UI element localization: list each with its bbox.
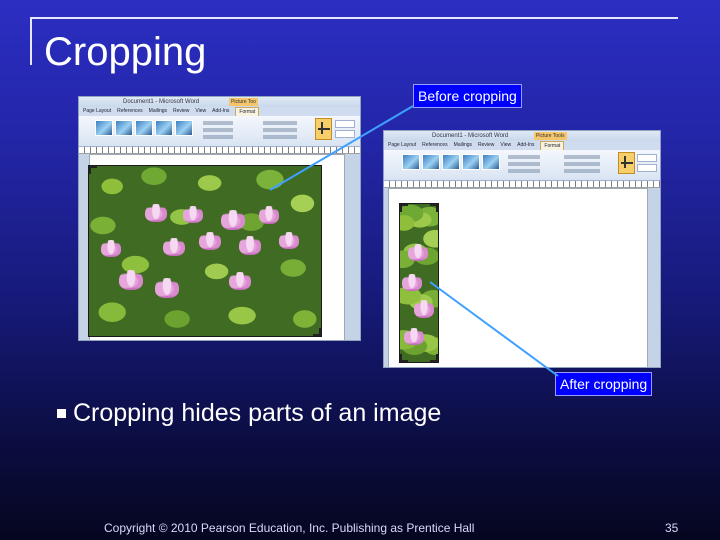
crop-handle[interactable] bbox=[400, 204, 402, 212]
ribbon-panel bbox=[384, 150, 660, 181]
ribbon-item bbox=[263, 135, 297, 139]
flower bbox=[229, 272, 251, 290]
picture-style-thumb[interactable] bbox=[115, 120, 133, 136]
ribbon-tab[interactable]: Page Layout bbox=[83, 107, 111, 116]
flower bbox=[259, 206, 279, 224]
ribbon-tab[interactable]: Review bbox=[478, 141, 494, 150]
width-spinner[interactable] bbox=[637, 164, 657, 172]
crop-handle[interactable] bbox=[400, 354, 402, 362]
slide-title: Cropping bbox=[44, 30, 207, 74]
picture-tools-tag: Picture Too bbox=[229, 98, 258, 106]
width-spinner[interactable] bbox=[335, 130, 355, 138]
footer-copyright: Copyright © 2010 Pearson Education, Inc.… bbox=[104, 521, 475, 535]
ribbon-tab-format[interactable]: Format bbox=[235, 107, 260, 116]
ribbon-tab[interactable]: View bbox=[500, 141, 511, 150]
height-spinner[interactable] bbox=[637, 154, 657, 162]
ribbon-item bbox=[263, 121, 297, 125]
picture-style-thumb[interactable] bbox=[135, 120, 153, 136]
cropped-water-lily-photo[interactable] bbox=[399, 203, 439, 363]
flower bbox=[101, 240, 121, 257]
flower bbox=[402, 274, 422, 291]
document-area bbox=[79, 154, 360, 340]
crop-button[interactable] bbox=[315, 118, 332, 140]
ribbon-item bbox=[508, 169, 540, 173]
ribbon-tab-format[interactable]: Format bbox=[540, 141, 565, 150]
height-spinner[interactable] bbox=[335, 120, 355, 128]
picture-tools-tag: Picture Tools bbox=[534, 132, 567, 140]
word-screenshot-before: Document1 - Microsoft Word Picture Too P… bbox=[78, 96, 361, 341]
flower bbox=[279, 232, 299, 249]
frame-line-left bbox=[30, 17, 32, 65]
window-title: Document1 - Microsoft Word bbox=[432, 133, 509, 139]
ribbon-panel bbox=[79, 116, 360, 147]
water-lily-photo[interactable] bbox=[88, 165, 322, 337]
crop-handle[interactable] bbox=[319, 328, 321, 336]
picture-style-thumb[interactable] bbox=[155, 120, 173, 136]
crop-handle[interactable] bbox=[436, 204, 438, 212]
ribbon-item bbox=[508, 162, 540, 166]
picture-style-thumb[interactable] bbox=[462, 154, 480, 170]
picture-style-thumb[interactable] bbox=[422, 154, 440, 170]
bullet-text: Cropping hides parts of an image bbox=[73, 399, 442, 427]
ribbon-tab[interactable]: Page Layout bbox=[388, 141, 416, 150]
horizontal-ruler bbox=[79, 147, 360, 154]
flower bbox=[199, 232, 221, 250]
ribbon-item bbox=[564, 169, 600, 173]
flower bbox=[145, 204, 167, 222]
window-title: Document1 - Microsoft Word bbox=[123, 99, 200, 105]
picture-style-thumb[interactable] bbox=[175, 120, 193, 136]
flower bbox=[404, 328, 424, 345]
ribbon-item bbox=[564, 162, 600, 166]
ribbon-tab[interactable]: Review bbox=[173, 107, 189, 116]
crop-handle[interactable] bbox=[436, 354, 438, 362]
bullet-marker bbox=[57, 409, 66, 418]
ribbon-item bbox=[203, 121, 233, 125]
ribbon-item bbox=[263, 128, 297, 132]
callout-after-cropping: After cropping bbox=[555, 372, 653, 396]
slide-number: 35 bbox=[665, 521, 679, 535]
ribbon-tab[interactable]: Mailings bbox=[454, 141, 472, 150]
document-page bbox=[88, 154, 345, 340]
flower bbox=[155, 278, 179, 298]
ribbon-tabs: Page Layout References Mailings Review V… bbox=[384, 141, 660, 150]
flower bbox=[414, 300, 434, 318]
word-screenshot-after: Document1 - Microsoft Word Picture Tools… bbox=[383, 130, 661, 368]
ribbon-item bbox=[564, 155, 600, 159]
flower bbox=[163, 238, 185, 256]
picture-style-thumb[interactable] bbox=[442, 154, 460, 170]
crop-handle[interactable] bbox=[89, 166, 91, 174]
ribbon-item bbox=[203, 135, 233, 139]
ribbon-tab[interactable]: References bbox=[117, 107, 143, 116]
ribbon-tabs: Page Layout References Mailings Review V… bbox=[79, 107, 360, 116]
picture-style-thumb[interactable] bbox=[402, 154, 420, 170]
ribbon-tab[interactable]: References bbox=[422, 141, 448, 150]
document-area bbox=[384, 188, 660, 367]
picture-style-thumb[interactable] bbox=[482, 154, 500, 170]
flower bbox=[183, 206, 203, 223]
horizontal-ruler bbox=[384, 181, 660, 188]
ribbon-tab[interactable]: View bbox=[195, 107, 206, 116]
flower bbox=[221, 210, 245, 230]
window-titlebar: Document1 - Microsoft Word Picture Tools bbox=[384, 131, 660, 141]
flower bbox=[119, 270, 143, 290]
ribbon-tab[interactable]: Add-Ins bbox=[517, 141, 534, 150]
crop-button[interactable] bbox=[618, 152, 635, 174]
ribbon-tab[interactable]: Mailings bbox=[149, 107, 167, 116]
callout-before-cropping: Before cropping bbox=[413, 84, 522, 108]
ribbon-item bbox=[203, 128, 233, 132]
document-page bbox=[388, 188, 648, 367]
picture-style-thumb[interactable] bbox=[95, 120, 113, 136]
flower bbox=[408, 244, 428, 261]
ribbon-tab[interactable]: Add-Ins bbox=[212, 107, 229, 116]
frame-line-top bbox=[30, 17, 678, 19]
ribbon-item bbox=[508, 155, 540, 159]
flower bbox=[239, 236, 261, 255]
window-titlebar: Document1 - Microsoft Word Picture Too bbox=[79, 97, 360, 107]
